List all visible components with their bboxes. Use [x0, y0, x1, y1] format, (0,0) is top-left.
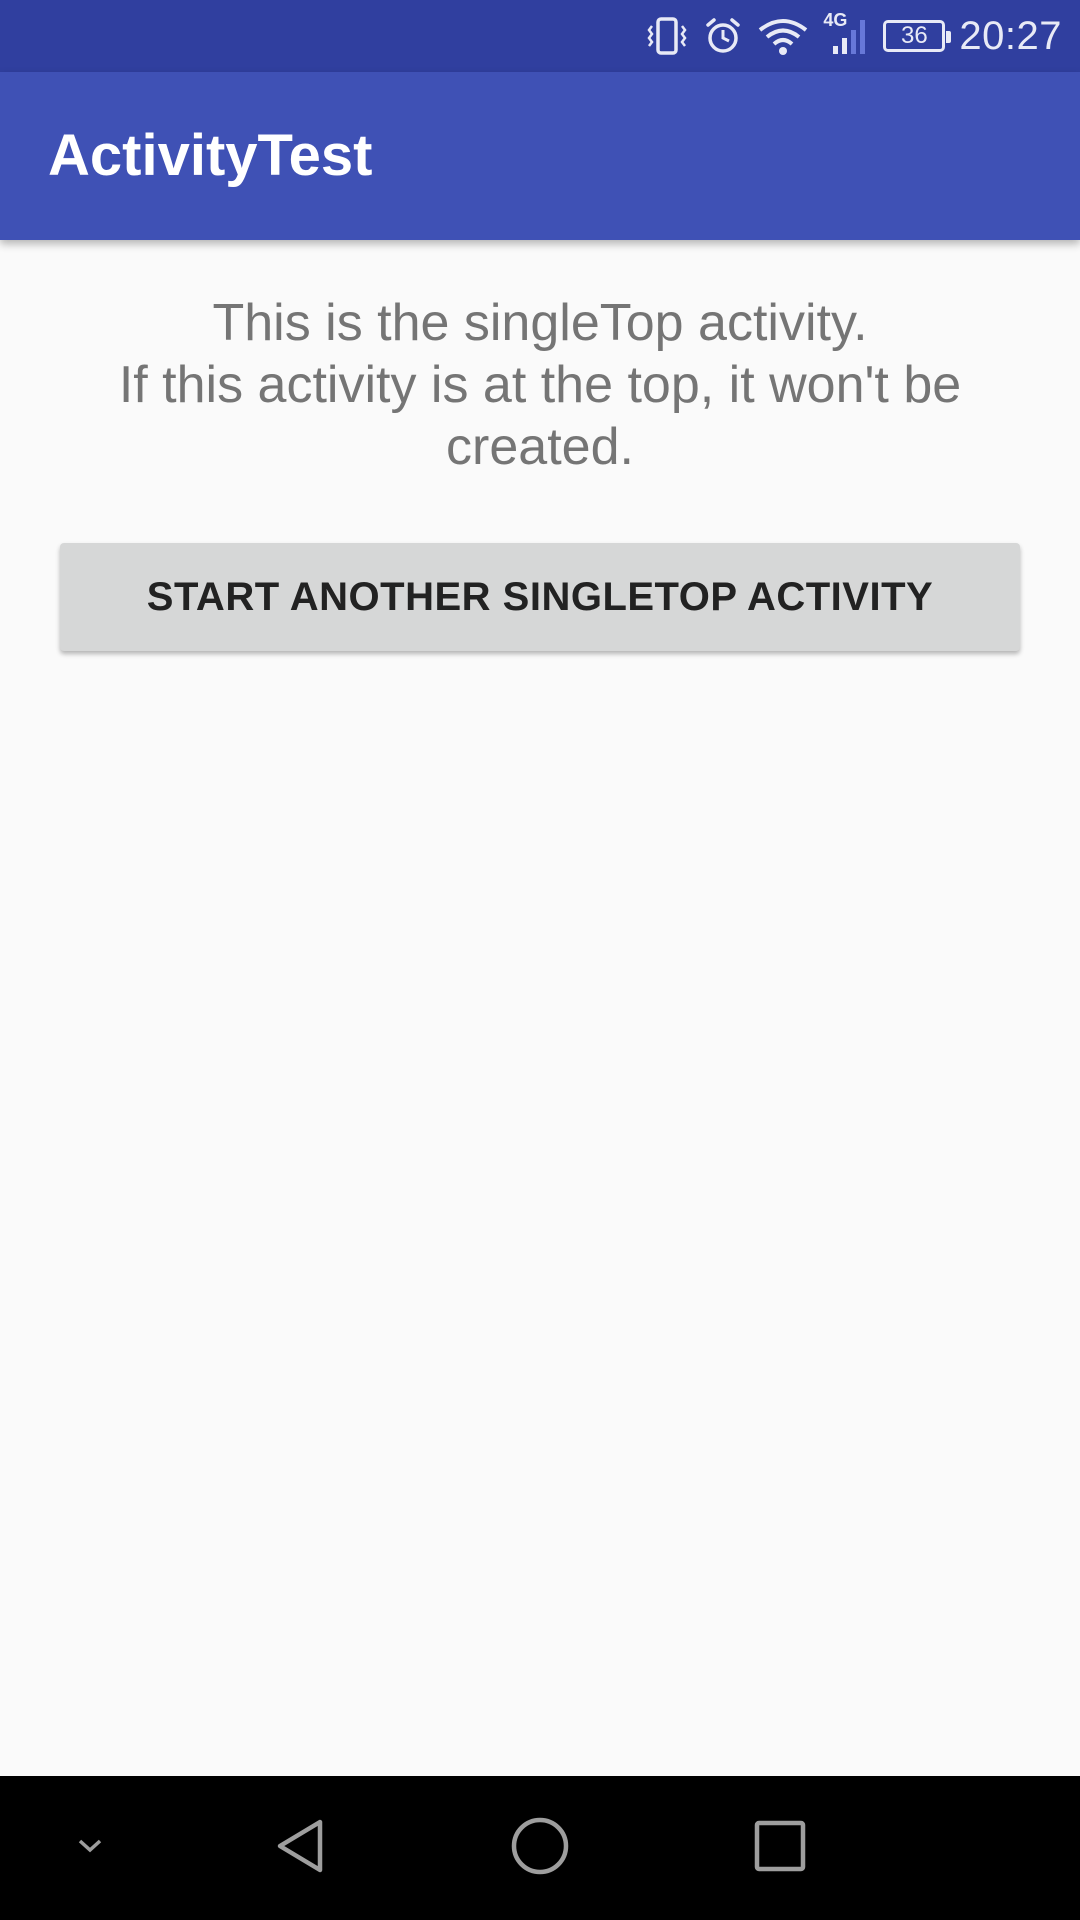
recents-icon	[752, 1818, 808, 1879]
battery-icon: 36	[883, 20, 952, 52]
back-button[interactable]	[240, 1776, 360, 1920]
app-title: ActivityTest	[48, 123, 373, 188]
message-line: This is the singleTop activity.	[212, 294, 868, 352]
activity-message: This is the singleTop activity. If this …	[60, 292, 1020, 478]
message-line: If this activity is at the top, it won't…	[118, 356, 962, 414]
signal-icon: 4G	[823, 10, 869, 56]
recents-button[interactable]	[720, 1776, 840, 1920]
home-icon	[509, 1815, 571, 1882]
message-line: created.	[446, 418, 634, 476]
status-bar: 4G 36 20:27	[0, 0, 1080, 72]
alarm-icon	[703, 16, 743, 56]
start-singletop-activity-button[interactable]: START ANOTHER SINGLETOP ACTIVITY	[60, 543, 1020, 651]
home-button[interactable]	[480, 1776, 600, 1920]
wifi-icon	[757, 16, 809, 56]
status-icons: 4G 36 20:27	[645, 0, 1062, 72]
battery-level: 36	[901, 22, 928, 49]
back-icon	[272, 1816, 328, 1881]
app-bar: ActivityTest	[0, 72, 1080, 240]
network-type-label: 4G	[823, 10, 848, 30]
clock: 20:27	[959, 13, 1062, 58]
hide-nav-button[interactable]	[40, 1776, 140, 1920]
vibrate-icon	[645, 16, 689, 56]
navigation-bar	[0, 1776, 1080, 1920]
hide-nav-icon	[74, 1836, 106, 1861]
